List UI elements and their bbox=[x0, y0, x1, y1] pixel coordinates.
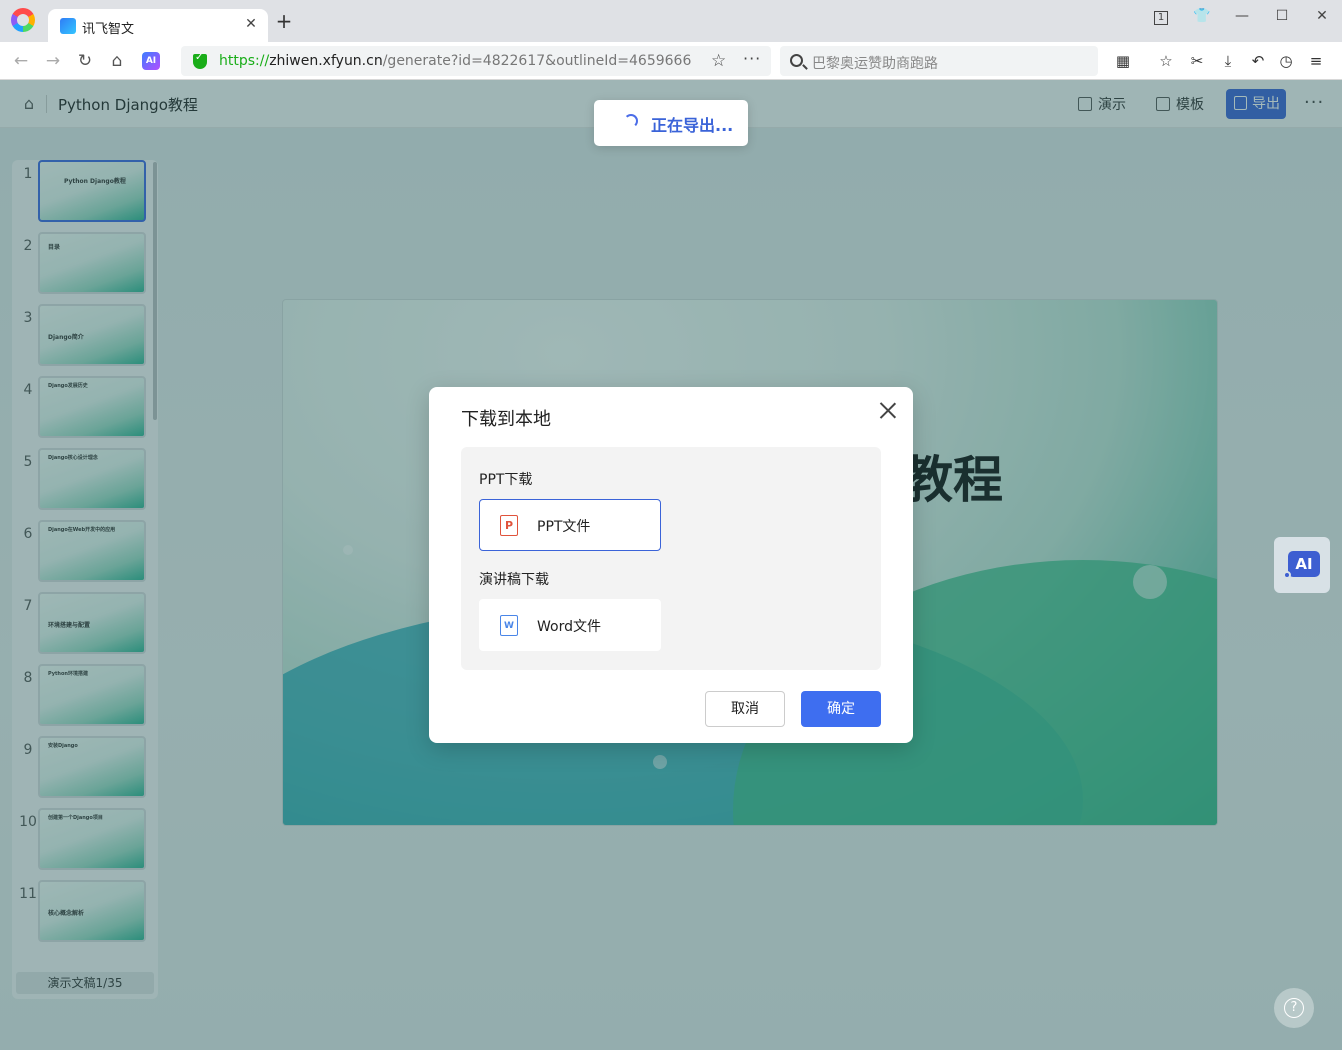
forward-icon[interactable]: → bbox=[42, 50, 64, 72]
download-options-panel: PPT下载 P PPT文件 演讲稿下载 W Word文件 bbox=[461, 447, 881, 670]
tab-count-icon[interactable]: 1 bbox=[1150, 6, 1172, 26]
ppt-file-icon: P bbox=[500, 515, 518, 536]
browser-tab[interactable]: 讯飞智文 ✕ bbox=[48, 9, 268, 42]
search-icon bbox=[790, 54, 803, 67]
help-button[interactable]: ? bbox=[1274, 988, 1314, 1028]
back-icon[interactable]: ← bbox=[10, 50, 32, 72]
help-icon: ? bbox=[1284, 998, 1304, 1018]
bookmark-star-icon[interactable]: ☆ bbox=[711, 51, 726, 71]
apps-grid-icon[interactable]: ▦ bbox=[1112, 51, 1134, 71]
maximize-icon[interactable]: ☐ bbox=[1271, 6, 1293, 26]
address-bar[interactable]: https://zhiwen.xfyun.cn/generate?id=4822… bbox=[181, 46, 771, 76]
url-text[interactable]: https://zhiwen.xfyun.cn/generate?id=4822… bbox=[219, 53, 691, 69]
browser-tabbar: 讯飞智文 ✕ + 1 👕 — ☐ ✕ bbox=[0, 0, 1342, 42]
url-more-icon[interactable]: ··· bbox=[743, 49, 761, 68]
secure-shield-icon bbox=[193, 52, 207, 69]
menu-icon[interactable]: ≡ bbox=[1305, 51, 1327, 71]
scissors-icon[interactable]: ✂ bbox=[1186, 51, 1208, 71]
ppt-section-label: PPT下载 bbox=[479, 472, 533, 488]
ai-extension-icon[interactable]: AI bbox=[142, 52, 160, 70]
skin-shirt-icon[interactable]: 👕 bbox=[1191, 6, 1213, 26]
reload-icon[interactable]: ↻ bbox=[74, 50, 96, 72]
ai-assistant-button[interactable]: AI bbox=[1274, 537, 1330, 593]
loading-spinner-icon bbox=[624, 114, 638, 128]
download-modal: 下载到本地 PPT下载 P PPT文件 演讲稿下载 W Word文件 取消 确定 bbox=[429, 387, 913, 743]
exporting-toast: 正在导出... bbox=[594, 100, 748, 146]
undo-icon[interactable]: ↶ bbox=[1247, 51, 1269, 71]
browser-navbar: ← → ↻ ⌂ AI https://zhiwen.xfyun.cn/gener… bbox=[0, 42, 1342, 80]
tab-close-icon[interactable]: ✕ bbox=[242, 15, 260, 33]
site-favicon-icon bbox=[60, 18, 76, 34]
new-tab-button[interactable]: + bbox=[274, 11, 294, 32]
ppt-file-option[interactable]: P PPT文件 bbox=[479, 499, 661, 551]
download-icon[interactable]: ⤓ bbox=[1217, 51, 1239, 71]
browser-logo-icon[interactable] bbox=[11, 8, 35, 32]
modal-close-icon[interactable] bbox=[879, 401, 897, 419]
modal-title: 下载到本地 bbox=[461, 409, 551, 430]
window-close-icon[interactable]: ✕ bbox=[1311, 6, 1333, 26]
cancel-button[interactable]: 取消 bbox=[705, 691, 785, 727]
favorites-icon[interactable]: ☆ bbox=[1155, 51, 1177, 71]
word-option-label: Word文件 bbox=[537, 619, 601, 635]
home-icon[interactable]: ⌂ bbox=[106, 50, 128, 72]
ppt-option-label: PPT文件 bbox=[537, 519, 591, 535]
minimize-icon[interactable]: — bbox=[1231, 6, 1253, 26]
ai-icon: AI bbox=[1288, 551, 1320, 577]
search-input[interactable]: 巴黎奥运赞助商跑路 bbox=[812, 53, 938, 73]
word-file-icon: W bbox=[500, 615, 518, 636]
word-file-option[interactable]: W Word文件 bbox=[479, 599, 661, 651]
ai-dot-decoration bbox=[1283, 571, 1291, 579]
tab-title: 讯飞智文 bbox=[82, 22, 135, 37]
history-clock-icon[interactable]: ◷ bbox=[1275, 51, 1297, 71]
confirm-button[interactable]: 确定 bbox=[801, 691, 881, 727]
search-bar[interactable]: 巴黎奥运赞助商跑路 bbox=[780, 46, 1098, 76]
speech-section-label: 演讲稿下载 bbox=[479, 572, 549, 588]
toast-text: 正在导出... bbox=[651, 116, 734, 135]
